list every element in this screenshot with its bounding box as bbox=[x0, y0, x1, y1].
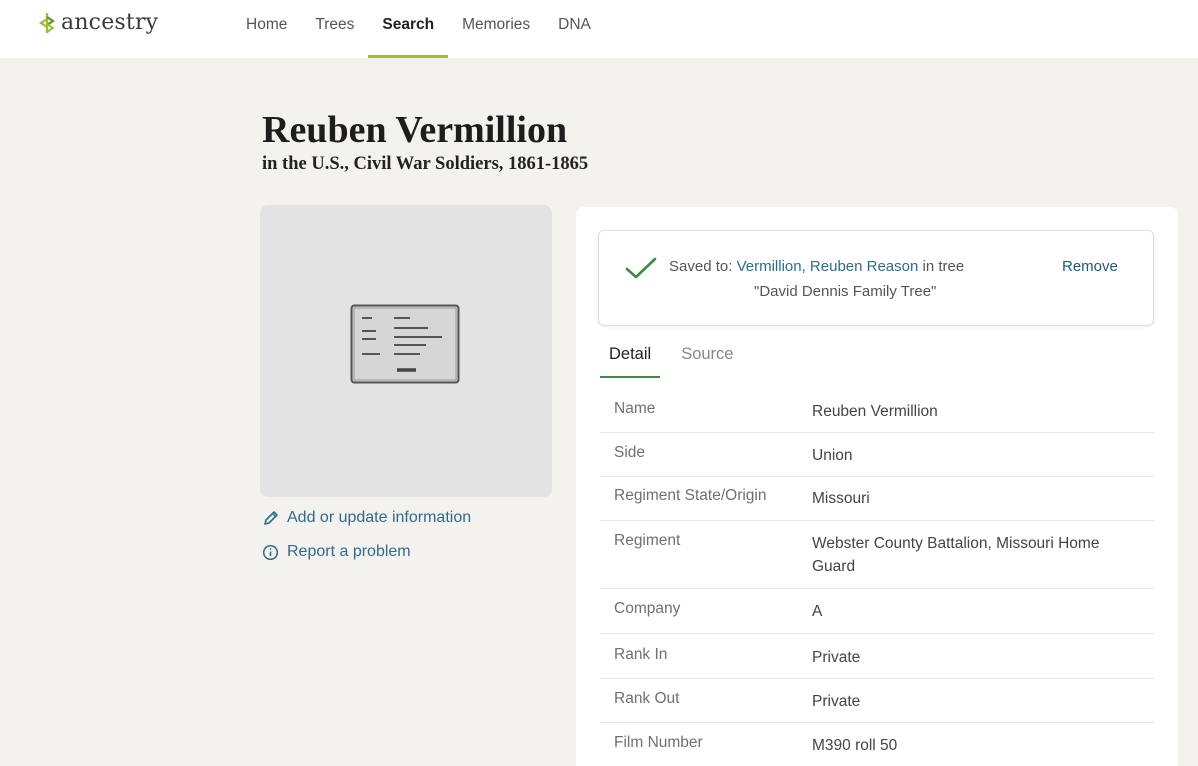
table-row: Regiment State/Origin Missouri bbox=[600, 477, 1154, 521]
tab-detail[interactable]: Detail bbox=[600, 338, 661, 378]
info-circle-icon bbox=[262, 544, 279, 560]
table-row: Regiment Webster County Battalion, Misso… bbox=[600, 521, 1154, 589]
row-value: Reuben Vermillion bbox=[812, 403, 938, 420]
row-label: Company bbox=[614, 600, 681, 617]
row-label: Name bbox=[614, 400, 656, 417]
row-label: Regiment bbox=[614, 532, 681, 549]
row-value: Webster County Battalion, Missouri Home … bbox=[812, 535, 1100, 575]
table-row: Side Union bbox=[600, 433, 1154, 477]
row-label: Film Number bbox=[614, 734, 703, 751]
saved-to-prefix: Saved to: bbox=[669, 258, 733, 275]
row-value: Private bbox=[812, 693, 861, 710]
saved-to-text: Saved to: Vermillion, Reuben Reason in t… bbox=[669, 258, 964, 275]
table-row: Rank Out Private bbox=[600, 679, 1154, 723]
page-title: Reuben Vermillion bbox=[262, 109, 568, 151]
ancestry-logo[interactable]: ancestry bbox=[36, 10, 158, 35]
table-row: Rank In Private bbox=[600, 634, 1154, 679]
record-image-placeholder[interactable] bbox=[260, 205, 552, 497]
row-label: Regiment State/Origin bbox=[614, 487, 767, 504]
record-collection-subtitle: in the U.S., Civil War Soldiers, 1861-18… bbox=[262, 154, 589, 174]
row-label: Side bbox=[614, 444, 646, 461]
report-problem-label: Report a problem bbox=[287, 543, 411, 560]
row-value: Private bbox=[812, 649, 861, 666]
top-navigation-bar: ancestry Home Trees Search Memories DNA bbox=[0, 0, 1198, 58]
nav-home[interactable]: Home bbox=[246, 0, 287, 58]
checkmark-icon bbox=[625, 257, 657, 279]
add-update-label: Add or update information bbox=[287, 509, 472, 526]
main-nav: Home Trees Search Memories DNA bbox=[246, 0, 619, 58]
saved-person-link[interactable]: Vermillion, Reuben Reason bbox=[737, 258, 919, 275]
nav-search[interactable]: Search bbox=[368, 0, 448, 58]
row-label: Rank In bbox=[614, 646, 668, 663]
add-update-information-link[interactable]: Add or update information bbox=[262, 509, 471, 527]
table-row: Company A bbox=[600, 589, 1154, 634]
nav-memories[interactable]: Memories bbox=[462, 0, 530, 58]
table-row: Film Number M390 roll 50 bbox=[600, 723, 1154, 763]
saved-tree-name: "David Dennis Family Tree" bbox=[754, 283, 937, 300]
document-icon bbox=[350, 304, 460, 384]
ancestry-leaf-icon bbox=[39, 12, 55, 33]
tab-source[interactable]: Source bbox=[672, 338, 742, 378]
logo-text: ancestry bbox=[61, 10, 159, 35]
remove-button[interactable]: Remove bbox=[1062, 258, 1118, 275]
row-value: Union bbox=[812, 447, 853, 464]
table-row: Name Reuben Vermillion bbox=[600, 388, 1154, 433]
in-tree-text: in tree bbox=[922, 258, 965, 275]
row-label: Rank Out bbox=[614, 690, 680, 707]
nav-dna[interactable]: DNA bbox=[558, 0, 591, 58]
nav-trees[interactable]: Trees bbox=[315, 0, 354, 58]
report-problem-link[interactable]: Report a problem bbox=[262, 543, 411, 561]
detail-tabs: Detail Source bbox=[600, 338, 754, 378]
row-value: M390 roll 50 bbox=[812, 737, 898, 754]
saved-to-tree-notice: Saved to: Vermillion, Reuben Reason in t… bbox=[598, 230, 1154, 326]
row-value: A bbox=[812, 603, 823, 620]
pencil-icon bbox=[264, 510, 278, 525]
row-value: Missouri bbox=[812, 490, 870, 507]
detail-table: Name Reuben Vermillion Side Union Regime… bbox=[600, 388, 1154, 763]
